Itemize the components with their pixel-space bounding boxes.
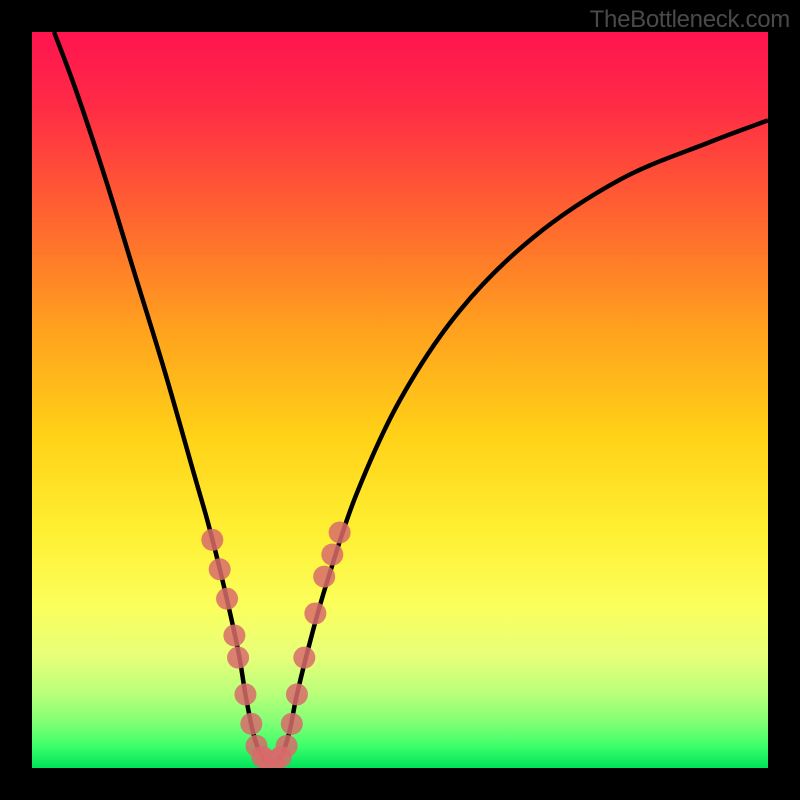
highlight-dots xyxy=(201,521,350,768)
highlight-dot xyxy=(240,713,262,735)
curve-layer xyxy=(32,32,768,768)
highlight-dot xyxy=(329,521,351,543)
highlight-dot xyxy=(234,683,256,705)
highlight-dot xyxy=(209,558,231,580)
highlight-dot xyxy=(223,625,245,647)
highlight-dot xyxy=(304,602,326,624)
plot-area xyxy=(32,32,768,768)
bottleneck-curve xyxy=(54,32,768,762)
highlight-dot xyxy=(227,647,249,669)
chart-frame: TheBottleneck.com xyxy=(0,0,800,800)
highlight-dot xyxy=(313,566,335,588)
highlight-dot xyxy=(281,713,303,735)
highlight-dot xyxy=(293,647,315,669)
highlight-dot xyxy=(321,544,343,566)
highlight-dot xyxy=(286,683,308,705)
highlight-dot xyxy=(216,588,238,610)
highlight-dot xyxy=(201,529,223,551)
highlight-dot xyxy=(276,735,298,757)
watermark-text: TheBottleneck.com xyxy=(590,6,790,34)
